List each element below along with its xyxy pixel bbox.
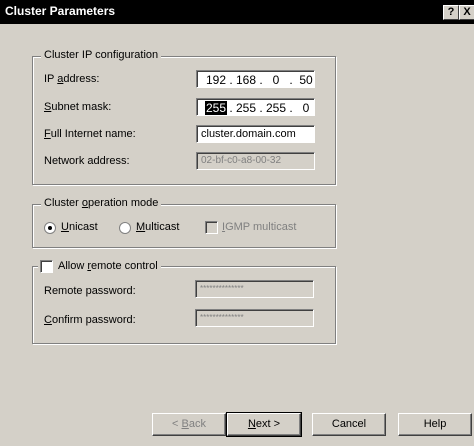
operation-mode-group-title: Cluster operation mode [41, 197, 162, 209]
subnet-dot: . [289, 101, 293, 115]
full-internet-name-label: Full Internet name: [44, 128, 136, 140]
network-address-field: 02-bf-c0-a8-00-32 [196, 152, 315, 170]
subnet-dot: . [229, 101, 233, 115]
radio-selected-dot [48, 226, 52, 230]
ip-octet-3: 0 [272, 73, 280, 87]
subnet-octet-2: 255 [235, 101, 257, 115]
ip-dot: . [259, 73, 263, 87]
ip-octet-2: 168 [235, 73, 257, 87]
ip-address-field[interactable]: 192. 168. 0. 50 [196, 70, 315, 88]
subnet-octet-4: 0 [302, 101, 310, 115]
subnet-dot: . [259, 101, 263, 115]
help-button[interactable]: Help [398, 413, 472, 436]
allow-remote-control-label[interactable]: Allow remote control [58, 260, 158, 272]
confirm-password-label: Confirm password: [44, 314, 136, 326]
unicast-label[interactable]: Unicast [61, 221, 98, 233]
remote-control-toggle[interactable]: Allow remote control [38, 259, 161, 273]
subnet-octet-1: 255 [205, 101, 227, 115]
network-address-label: Network address: [44, 155, 130, 167]
allow-remote-control-checkbox[interactable] [40, 260, 53, 273]
multicast-radio[interactable] [119, 222, 131, 234]
subnet-mask-field[interactable]: 255. 255. 255. 0 [196, 98, 315, 116]
subnet-mask-label: Subnet mask: [44, 101, 112, 113]
unicast-radio[interactable] [44, 222, 56, 234]
subnet-octet-3: 255 [265, 101, 287, 115]
next-button[interactable]: Next > [226, 412, 302, 437]
cluster-ip-group-title: Cluster IP configuration [41, 49, 162, 61]
window-title: Cluster Parameters [5, 4, 116, 18]
ip-octet-4: 50 [299, 73, 313, 87]
title-bar[interactable]: Cluster Parameters ? X [0, 0, 474, 24]
ip-address-label: IP address: [44, 73, 100, 85]
remote-control-group [32, 266, 336, 344]
ip-dot: . [229, 73, 233, 87]
remote-password-field: ************** [195, 280, 314, 298]
ip-octet-1: 192 [205, 73, 227, 87]
remote-password-label: Remote password: [44, 285, 136, 297]
multicast-label[interactable]: Multicast [136, 221, 179, 233]
close-icon[interactable]: X [459, 5, 474, 20]
confirm-password-field: ************** [195, 309, 314, 327]
ip-dot: . [289, 73, 293, 87]
back-button[interactable]: < Back [152, 413, 226, 436]
cancel-button[interactable]: Cancel [312, 413, 386, 436]
full-internet-name-input[interactable]: cluster.domain.com [196, 125, 315, 143]
igmp-multicast-label: IGMP multicast [222, 221, 297, 233]
help-icon[interactable]: ? [443, 5, 459, 20]
cluster-parameters-dialog: Cluster Parameters ? X Cluster IP config… [0, 0, 474, 446]
igmp-multicast-checkbox [205, 221, 218, 234]
